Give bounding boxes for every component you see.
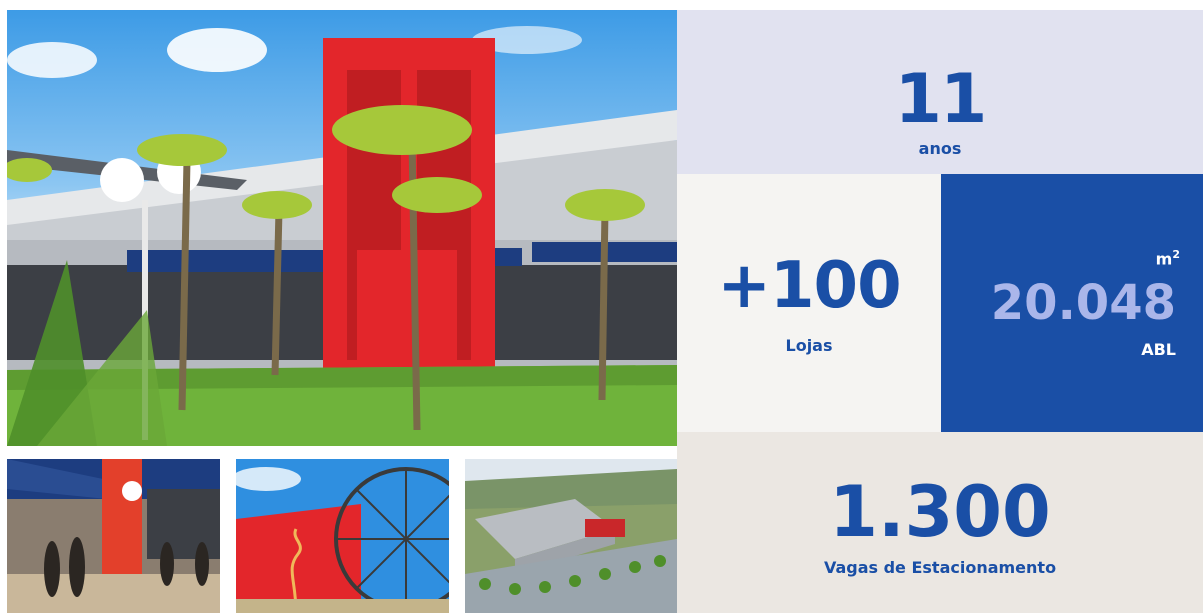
- area-unit-exponent: 2: [1172, 248, 1180, 261]
- stores-label: Lojas: [785, 336, 833, 355]
- gallery-thumbnail-storefront[interactable]: [7, 459, 220, 613]
- gallery-thumbnail-aerial-render[interactable]: [465, 459, 677, 613]
- stat-years-panel: 11 anos: [677, 10, 1203, 174]
- parking-label: Vagas de Estacionamento: [823, 558, 1057, 577]
- aerial-render-illustration: [465, 459, 677, 613]
- stat-area-panel: m2 20.048 ABL: [941, 174, 1203, 432]
- shopping-center-illustration: [7, 26, 677, 446]
- years-value: 11: [894, 60, 988, 139]
- storefront-illustration: [7, 459, 220, 613]
- area-unit-base: m: [1155, 249, 1173, 269]
- years-label: anos: [918, 139, 962, 158]
- stat-parking-panel: 1.300 Vagas de Estacionamento: [677, 432, 1203, 613]
- area-value: 20.048: [990, 275, 1176, 331]
- main-gallery-image[interactable]: [7, 10, 677, 446]
- gallery-thumbnail-ferris-wheel[interactable]: [236, 459, 449, 613]
- stores-value: +100: [717, 249, 901, 323]
- stat-stores-panel: +100 Lojas: [677, 174, 941, 432]
- area-unit: m2: [1156, 248, 1180, 268]
- ferris-wheel-illustration: [236, 459, 449, 613]
- area-label: ABL: [1141, 340, 1176, 359]
- parking-value: 1.300: [829, 471, 1051, 553]
